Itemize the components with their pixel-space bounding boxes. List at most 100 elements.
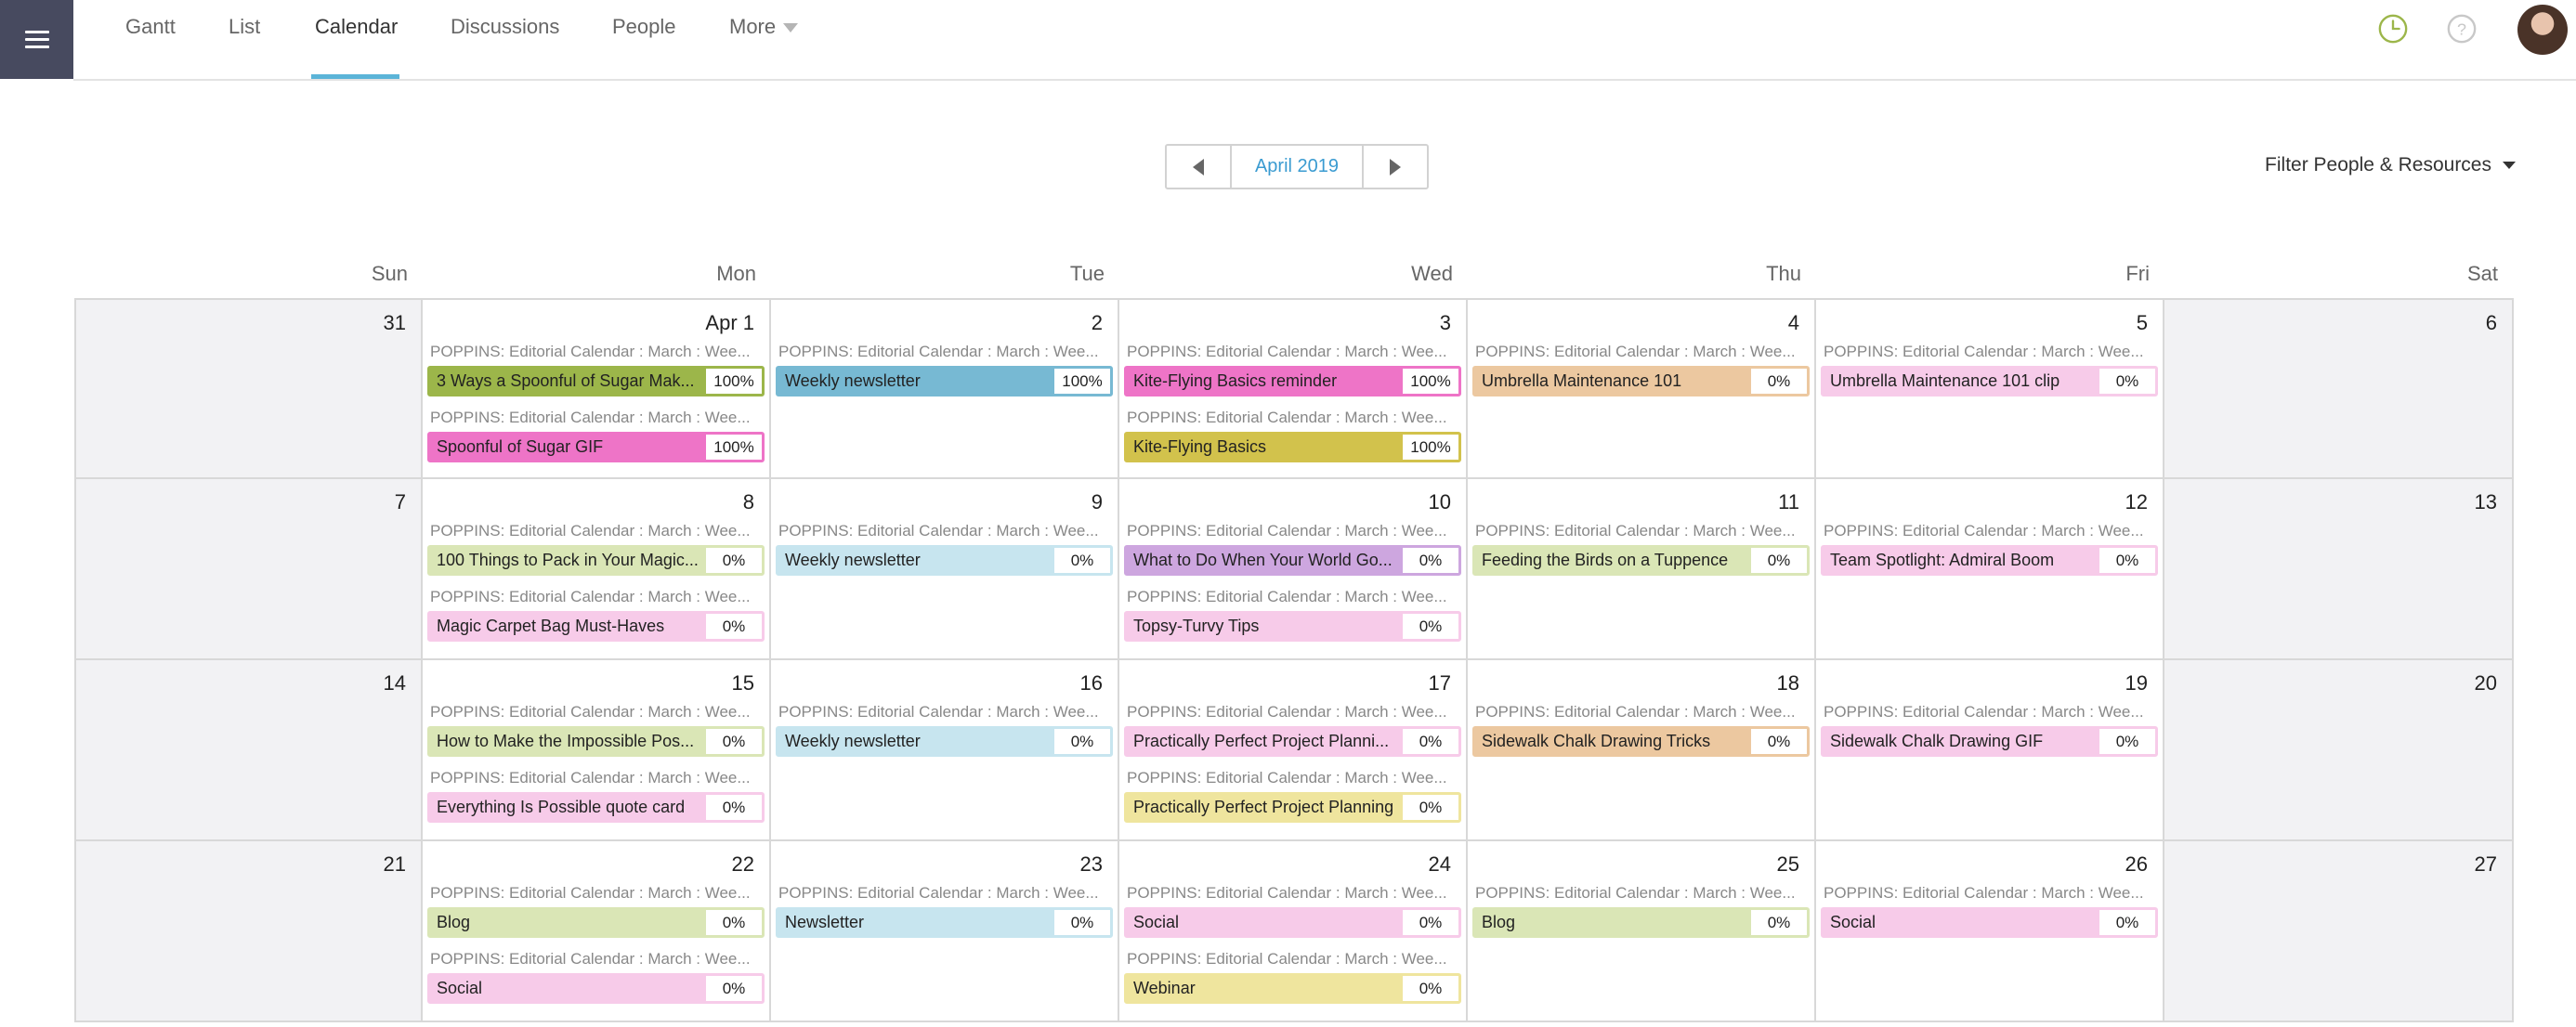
day-number: 8 <box>742 490 754 514</box>
task-bar[interactable]: Topsy-Turvy Tips 0% <box>1124 611 1461 642</box>
tab-list[interactable]: List <box>229 15 260 39</box>
day-cell[interactable]: 4 POPPINS: Editorial Calendar : March : W… <box>1468 298 1816 479</box>
task-project-path: POPPINS: Editorial Calendar : March : We… <box>430 703 751 721</box>
day-cell[interactable]: 27 <box>2164 841 2514 1022</box>
chevron-down-icon <box>2503 162 2516 170</box>
task-bar[interactable]: Social 0% <box>1124 907 1461 938</box>
day-cell[interactable]: 14 <box>74 660 423 841</box>
day-cell[interactable]: 12 POPPINS: Editorial Calendar : March : … <box>1816 479 2164 660</box>
tab-discussions[interactable]: Discussions <box>451 15 559 39</box>
task-name: 3 Ways a Spoonful of Sugar Mak... <box>437 371 695 390</box>
day-cell[interactable]: 20 <box>2164 660 2514 841</box>
task-name: Team Spotlight: Admiral Boom <box>1830 551 2055 569</box>
task-bar[interactable]: 3 Ways a Spoonful of Sugar Mak... 100% <box>427 366 765 396</box>
task-bar[interactable]: Umbrella Maintenance 101 0% <box>1472 366 1810 396</box>
task-name: How to Make the Impossible Pos... <box>437 732 695 750</box>
day-cell[interactable]: 19 POPPINS: Editorial Calendar : March : … <box>1816 660 2164 841</box>
weekday-label: Wed <box>1411 262 1453 285</box>
task-name: Blog <box>437 913 471 931</box>
day-cell[interactable]: 8 POPPINS: Editorial Calendar : March : W… <box>423 479 771 660</box>
task-percent-complete: 0% <box>1403 548 1458 573</box>
tab-more-label: More <box>729 15 777 38</box>
task-percent-complete: 0% <box>1054 548 1110 573</box>
task-bar[interactable]: Weekly newsletter 100% <box>776 366 1113 396</box>
task-bar[interactable]: Kite-Flying Basics 100% <box>1124 432 1461 462</box>
day-number: Apr 1 <box>705 311 754 334</box>
task-bar[interactable]: Blog 0% <box>1472 907 1810 938</box>
day-cell[interactable]: 16 POPPINS: Editorial Calendar : March : … <box>771 660 1119 841</box>
day-cell[interactable]: 26 POPPINS: Editorial Calendar : March : … <box>1816 841 2164 1022</box>
task-name: Spoonful of Sugar GIF <box>437 437 604 456</box>
task-bar[interactable]: Weekly newsletter 0% <box>776 726 1113 757</box>
avatar[interactable] <box>2517 5 2568 55</box>
day-cell[interactable]: 25 POPPINS: Editorial Calendar : March : … <box>1468 841 1816 1022</box>
day-cell[interactable]: 21 <box>74 841 423 1022</box>
day-cell[interactable]: 2 POPPINS: Editorial Calendar : March : W… <box>771 298 1119 479</box>
day-cell[interactable]: 9 POPPINS: Editorial Calendar : March : W… <box>771 479 1119 660</box>
day-cell[interactable]: 24 POPPINS: Editorial Calendar : March : … <box>1119 841 1468 1022</box>
task-bar[interactable]: Weekly newsletter 0% <box>776 545 1113 576</box>
task-bar[interactable]: Sidewalk Chalk Drawing GIF 0% <box>1821 726 2158 757</box>
task-project-path: POPPINS: Editorial Calendar : March : We… <box>430 343 751 360</box>
day-cell[interactable]: 18 POPPINS: Editorial Calendar : March : … <box>1468 660 1816 841</box>
tab-more[interactable]: More <box>729 15 799 39</box>
task-bar[interactable]: Newsletter 0% <box>776 907 1113 938</box>
task-percent-complete: 0% <box>1751 548 1807 573</box>
day-cell[interactable]: 3 POPPINS: Editorial Calendar : March : W… <box>1119 298 1468 479</box>
task-bar[interactable]: Everything Is Possible quote card 0% <box>427 792 765 823</box>
task-bar[interactable]: Practically Perfect Project Planni... 0% <box>1124 726 1461 757</box>
day-cell[interactable]: 17 POPPINS: Editorial Calendar : March : … <box>1119 660 1468 841</box>
task-bar[interactable]: Social 0% <box>1821 907 2158 938</box>
day-cell[interactable]: 7 <box>74 479 423 660</box>
weekday-label: Sun <box>371 262 408 285</box>
task-project-path: POPPINS: Editorial Calendar : March : We… <box>1127 343 1447 360</box>
day-cell[interactable]: 15 POPPINS: Editorial Calendar : March : … <box>423 660 771 841</box>
day-cell[interactable]: 22 POPPINS: Editorial Calendar : March : … <box>423 841 771 1022</box>
clock-icon[interactable] <box>2377 13 2409 45</box>
calendar-week: 31 Apr 1 POPPINS: Editorial Calendar : Mar… <box>74 298 2514 479</box>
task-percent-complete: 0% <box>1403 910 1458 935</box>
task-name: Blog <box>1482 913 1516 931</box>
month-label[interactable]: April 2019 <box>1230 146 1364 188</box>
task-bar[interactable]: Spoonful of Sugar GIF 100% <box>427 432 765 462</box>
task-bar[interactable]: Kite-Flying Basics reminder 100% <box>1124 366 1461 396</box>
day-cell[interactable]: 23 POPPINS: Editorial Calendar : March : … <box>771 841 1119 1022</box>
task-bar[interactable]: Blog 0% <box>427 907 765 938</box>
day-cell[interactable]: 6 <box>2164 298 2514 479</box>
task-bar[interactable]: Team Spotlight: Admiral Boom 0% <box>1821 545 2158 576</box>
tab-gantt[interactable]: Gantt <box>125 15 176 39</box>
tab-calendar[interactable]: Calendar <box>315 15 398 39</box>
day-number: 3 <box>1439 311 1451 334</box>
menu-icon[interactable] <box>0 0 73 79</box>
task-bar[interactable]: What to Do When Your World Go... 0% <box>1124 545 1461 576</box>
task-bar[interactable]: Feeding the Birds on a Tuppence 0% <box>1472 545 1810 576</box>
svg-text:?: ? <box>2457 20 2466 39</box>
day-cell[interactable]: 31 <box>74 298 423 479</box>
task-name: Kite-Flying Basics <box>1133 437 1267 456</box>
task-percent-complete: 100% <box>1403 435 1458 460</box>
task-bar[interactable]: Magic Carpet Bag Must-Haves 0% <box>427 611 765 642</box>
day-cell[interactable]: Apr 1 POPPINS: Editorial Calendar : March… <box>423 298 771 479</box>
help-icon[interactable]: ? <box>2446 13 2478 45</box>
prev-month-button[interactable] <box>1167 146 1230 188</box>
day-cell[interactable]: 11 POPPINS: Editorial Calendar : March : … <box>1468 479 1816 660</box>
task-percent-complete: 0% <box>1403 614 1458 639</box>
task-bar[interactable]: Sidewalk Chalk Drawing Tricks 0% <box>1472 726 1810 757</box>
tab-people[interactable]: People <box>612 15 676 39</box>
task-bar[interactable]: Practically Perfect Project Planning 0% <box>1124 792 1461 823</box>
task-bar[interactable]: 100 Things to Pack in Your Magic... 0% <box>427 545 765 576</box>
day-cell[interactable]: 5 POPPINS: Editorial Calendar : March : W… <box>1816 298 2164 479</box>
chevron-right-icon <box>1390 158 1401 176</box>
filter-people-resources-button[interactable]: Filter People & Resources <box>2265 154 2516 176</box>
task-bar[interactable]: Umbrella Maintenance 101 clip 0% <box>1821 366 2158 396</box>
task-bar[interactable]: Webinar 0% <box>1124 973 1461 1004</box>
task-bar[interactable]: Social 0% <box>427 973 765 1004</box>
day-cell[interactable]: 13 <box>2164 479 2514 660</box>
next-month-button[interactable] <box>1364 146 1427 188</box>
task-percent-complete: 0% <box>706 548 762 573</box>
task-name: Sidewalk Chalk Drawing GIF <box>1830 732 2044 750</box>
day-cell[interactable]: 10 POPPINS: Editorial Calendar : March : … <box>1119 479 1468 660</box>
task-bar[interactable]: How to Make the Impossible Pos... 0% <box>427 726 765 757</box>
task-project-path: POPPINS: Editorial Calendar : March : We… <box>778 522 1099 540</box>
day-number: 2 <box>1091 311 1103 334</box>
